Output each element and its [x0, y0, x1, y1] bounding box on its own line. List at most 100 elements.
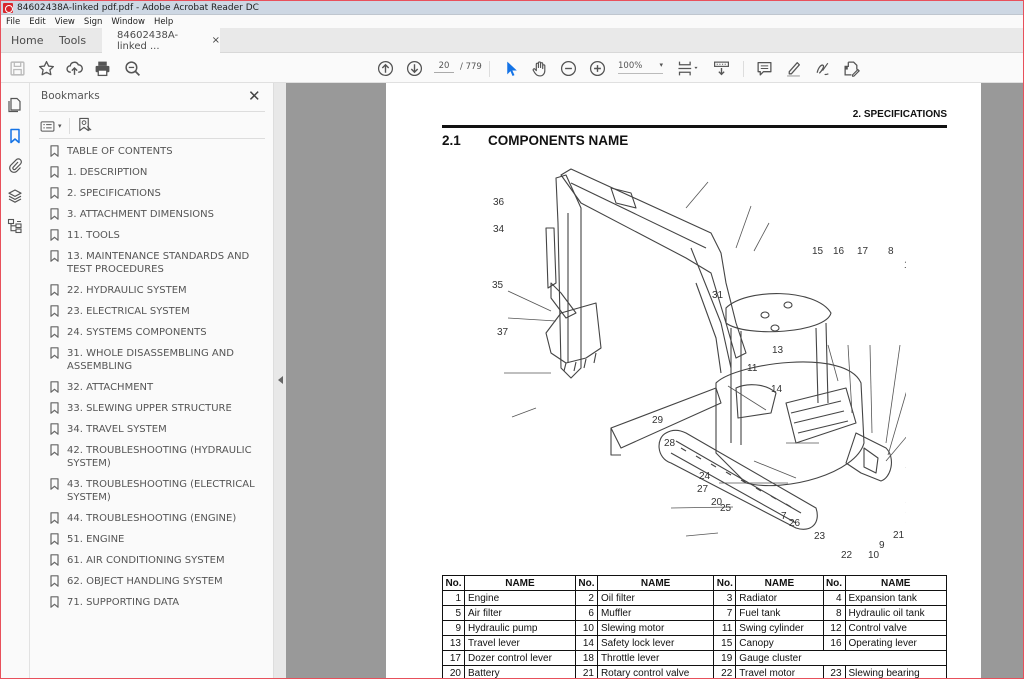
part-name-cell: Canopy	[735, 635, 824, 651]
bookmark-label: 71. SUPPORTING DATA	[67, 597, 180, 608]
navigation-rail	[1, 83, 30, 678]
acrobat-pdf-icon	[3, 2, 13, 13]
zoom-out-icon[interactable]	[558, 58, 578, 78]
menu-sign[interactable]: Sign	[84, 17, 103, 27]
diagram-callout: 15	[812, 246, 824, 257]
table-row: 20 Battery 21 Rotary control valve 22 Travel …	[442, 665, 948, 678]
previous-page-icon[interactable]	[375, 58, 395, 78]
bookmark-icon	[50, 512, 59, 524]
bookmark-item[interactable]: 24. SYSTEMS COMPONENTS	[50, 326, 275, 339]
panel-divider	[39, 111, 265, 112]
zoom-level-dropdown[interactable]: 100% ▾	[618, 61, 663, 74]
bookmark-icon	[50, 533, 59, 545]
layers-icon[interactable]	[7, 188, 23, 204]
bookmark-options-icon[interactable]: ▾	[40, 120, 62, 132]
bookmarks-icon[interactable]	[7, 128, 23, 144]
star-icon[interactable]	[36, 58, 56, 78]
bookmark-label: 11. TOOLS	[67, 230, 120, 241]
table-row: 17 Dozer control lever 18 Throttle lever 19 G…	[442, 650, 947, 666]
bookmark-item[interactable]: 33. SLEWING UPPER STRUCTURE	[50, 402, 275, 415]
table-row: 5 Air filter 6 Muffler 7 Fuel tank 8 Hydraulic …	[442, 605, 948, 621]
document-viewport[interactable]: 2. SPECIFICATIONS 2.1 COMPONENTS NAME 36…	[286, 83, 1023, 678]
part-name-cell: Muffler	[596, 605, 715, 621]
content-structure-icon[interactable]	[7, 218, 23, 234]
hand-tool-icon[interactable]	[529, 58, 549, 78]
sign-icon[interactable]	[812, 58, 832, 78]
menu-file[interactable]: File	[6, 17, 20, 27]
part-name-cell: Control valve	[844, 620, 948, 636]
part-number-cell: 21	[574, 665, 598, 678]
bookmark-item[interactable]: 34. TRAVEL SYSTEM	[50, 423, 275, 436]
highlight-pen-icon[interactable]	[783, 58, 803, 78]
part-number-cell: 16	[822, 635, 846, 651]
panel-splitter[interactable]	[273, 83, 286, 678]
part-name-cell: Air filter	[464, 605, 576, 621]
tab-bar: Home Tools 84602438A-linked ... ×	[1, 28, 1023, 54]
add-bookmark-icon[interactable]	[77, 117, 92, 136]
window-title: 84602438A-linked pdf.pdf - Adobe Acrobat…	[17, 2, 259, 13]
bookmark-item[interactable]: 42. TROUBLESHOOTING (HYDRAULIC SYSTEM)	[50, 444, 275, 470]
bookmark-item[interactable]: 23. ELECTRICAL SYSTEM	[50, 305, 275, 318]
bookmark-item[interactable]: 22. HYDRAULIC SYSTEM	[50, 284, 275, 297]
menu-view[interactable]: View	[55, 17, 75, 27]
bookmark-label: 23. ELECTRICAL SYSTEM	[67, 306, 190, 317]
bookmark-item[interactable]: 3. ATTACHMENT DIMENSIONS	[50, 208, 275, 221]
bookmark-item[interactable]: 43. TROUBLESHOOTING (ELECTRICAL SYSTEM)	[50, 478, 275, 504]
bookmark-item[interactable]: 62. OBJECT HANDLING SYSTEM	[50, 575, 275, 588]
bookmark-label: TABLE OF CONTENTS	[67, 146, 173, 157]
menu-edit[interactable]: Edit	[29, 17, 45, 27]
bookmark-item[interactable]: 1. DESCRIPTION	[50, 166, 275, 179]
page-thumbnails-icon[interactable]	[7, 97, 23, 113]
column-header-no: No.	[442, 575, 465, 591]
upload-cloud-icon[interactable]	[64, 58, 84, 78]
tab-tools[interactable]: Tools	[59, 28, 86, 53]
diagram-callout: 28	[664, 438, 676, 449]
next-page-icon[interactable]	[404, 58, 424, 78]
bookmark-item[interactable]: 2. SPECIFICATIONS	[50, 187, 275, 200]
zoom-in-icon[interactable]	[587, 58, 607, 78]
part-number-cell: 3	[713, 590, 737, 606]
part-name-cell: Battery	[464, 665, 576, 678]
bookmark-item[interactable]: 11. TOOLS	[50, 229, 275, 242]
comment-icon[interactable]	[754, 58, 774, 78]
zoom-search-icon[interactable]	[122, 58, 142, 78]
menu-window[interactable]: Window	[111, 17, 145, 27]
tab-home[interactable]: Home	[11, 28, 43, 53]
close-panel-icon[interactable]: ✕	[248, 87, 261, 105]
bookmark-item[interactable]: 13. MAINTENANCE STANDARDS AND TEST PROCE…	[50, 250, 275, 276]
part-number-cell: 5	[442, 605, 465, 621]
part-number-cell: 18	[574, 650, 598, 666]
current-page-input[interactable]: 20	[434, 61, 454, 73]
part-name-cell: Hydraulic pump	[464, 620, 576, 636]
bookmark-icon	[50, 284, 59, 296]
bookmark-item[interactable]: 71. SUPPORTING DATA	[50, 596, 275, 609]
select-cursor-icon[interactable]	[501, 58, 521, 78]
close-tab-icon[interactable]: ×	[212, 35, 220, 46]
attachments-paperclip-icon[interactable]	[7, 157, 23, 173]
bookmark-item[interactable]: TABLE OF CONTENTS	[50, 145, 275, 158]
bookmark-item[interactable]: 61. AIR CONDITIONING SYSTEM	[50, 554, 275, 567]
tab-document[interactable]: 84602438A-linked ... ×	[102, 28, 220, 54]
diagram-callout: 25	[720, 503, 732, 514]
collapse-panel-arrow-icon[interactable]	[278, 376, 283, 384]
bookmark-item[interactable]: 51. ENGINE	[50, 533, 275, 546]
bookmark-label: 43. TROUBLESHOOTING (ELECTRICAL SYSTEM)	[67, 479, 255, 503]
fill-and-sign-icon[interactable]	[841, 58, 861, 78]
bookmark-icon	[50, 402, 59, 414]
scrolling-mode-icon[interactable]	[711, 58, 731, 78]
bookmark-label: 42. TROUBLESHOOTING (HYDRAULIC SYSTEM)	[67, 445, 252, 469]
diagram-callout: 18	[904, 260, 906, 271]
page-fit-icon[interactable]	[675, 58, 701, 78]
menu-help[interactable]: Help	[154, 17, 173, 27]
bookmark-item[interactable]: 31. WHOLE DISASSEMBLING AND ASSEMBLING	[50, 347, 275, 373]
bookmark-icon	[50, 381, 59, 393]
diagram-callout: 22	[841, 550, 853, 561]
section-title: COMPONENTS NAME	[488, 133, 629, 148]
bookmark-item[interactable]: 32. ATTACHMENT	[50, 381, 275, 394]
save-icon[interactable]	[7, 58, 27, 78]
part-number-cell: 12	[822, 620, 846, 636]
total-pages: / 779	[460, 62, 482, 72]
bookmark-item[interactable]: 44. TROUBLESHOOTING (ENGINE)	[50, 512, 275, 525]
part-name-cell: Travel lever	[464, 635, 576, 651]
print-icon[interactable]	[92, 58, 112, 78]
